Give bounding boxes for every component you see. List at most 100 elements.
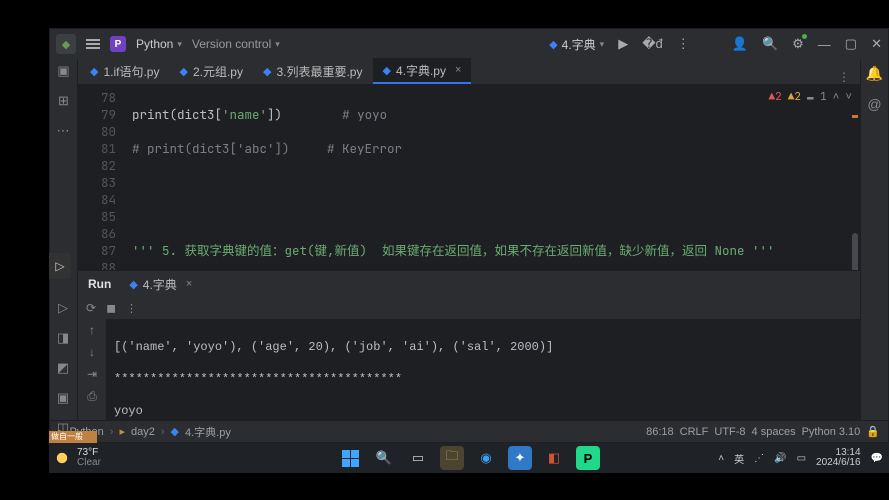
search-everywhere-icon[interactable]: 🔍 bbox=[762, 36, 778, 52]
editor-tab[interactable]: ◆2.元组.py bbox=[170, 58, 254, 84]
debug-button[interactable]: �đ bbox=[642, 36, 663, 52]
run-side-toolbar: ↑ ↓ ⇥ ⎙ bbox=[78, 319, 106, 420]
editor-tab[interactable]: ◆ 3.列表最重要.py bbox=[253, 58, 373, 84]
python-icon: ◆ bbox=[90, 65, 98, 78]
tabs-more-icon[interactable]: ⋮ bbox=[828, 70, 860, 84]
right-toolwindow-stripe: 🔔 @ bbox=[860, 59, 888, 420]
version-control-label: Version control bbox=[192, 37, 271, 51]
file-encoding[interactable]: UTF-8 bbox=[714, 426, 745, 438]
pycharm[interactable]: P bbox=[576, 446, 600, 470]
scroll-down-icon[interactable]: ↓ bbox=[89, 345, 95, 359]
run-toolwindow: Run ◆4.字典× ⟳ ◼ ⋮ ↑ ↓ ⇥ ⎙ [('name', 'yoyo… bbox=[78, 270, 860, 420]
python-console-icon[interactable]: ◨ bbox=[57, 330, 69, 346]
status-bar: ▸ Python› ▸ day2› ◆ 4.字典.py 86:18 CRLF U… bbox=[50, 420, 888, 442]
run-tool-icon[interactable]: ▷ bbox=[58, 300, 68, 316]
run-tab-label: 4.字典 bbox=[143, 276, 177, 293]
scrollbar-thumb[interactable] bbox=[852, 233, 858, 270]
interpreter[interactable]: Python 3.10 bbox=[802, 426, 861, 438]
gutter: 787980818283848586878889 bbox=[78, 85, 126, 270]
ide-window: ◆ P Python▾ Version control▾ ◆4.字典▾ ▶ �đ… bbox=[49, 28, 889, 443]
tab-label: 3.列表最重要.py bbox=[276, 63, 362, 80]
battery-icon[interactable]: ▭ bbox=[797, 453, 806, 464]
editor-tab-active[interactable]: ◆ 4.字典.py × bbox=[373, 58, 472, 84]
line-separator[interactable]: CRLF bbox=[680, 426, 709, 438]
app-blue[interactable]: ✦ bbox=[508, 446, 532, 470]
close-tab-icon[interactable]: × bbox=[182, 278, 192, 290]
video-play-overlay[interactable]: ▷ bbox=[49, 253, 71, 279]
project-selector[interactable]: Python▾ bbox=[136, 37, 182, 51]
error-count: ▲2 bbox=[769, 89, 782, 106]
caret-position[interactable]: 86:18 bbox=[646, 426, 674, 438]
settings-icon[interactable]: ⚙ bbox=[792, 36, 804, 52]
hint-count: ▬ 1 bbox=[807, 89, 827, 106]
scroll-up-icon[interactable]: ↑ bbox=[89, 323, 95, 337]
soft-wrap-icon[interactable]: ⇥ bbox=[87, 367, 97, 381]
close-button[interactable]: ✕ bbox=[871, 36, 882, 52]
output-line: yoyo bbox=[114, 403, 852, 419]
notifications-icon[interactable]: 🔔 bbox=[866, 65, 883, 82]
inspection-nav-up[interactable]: ˄ bbox=[833, 89, 840, 106]
stop-button[interactable]: ◼ bbox=[106, 301, 116, 315]
windows-taskbar: 73°FClear 🔍 ▭ 🗀 ◉ ✦ ◧ P ˄ 英 ⋰ 🔊 ▭ 13:142… bbox=[49, 443, 889, 473]
indent-config[interactable]: 4 spaces bbox=[752, 426, 796, 438]
taskbar-search[interactable]: 🔍 bbox=[372, 446, 396, 470]
condition: Clear bbox=[77, 458, 101, 468]
close-tab-icon[interactable]: × bbox=[451, 64, 461, 76]
read-lock-icon[interactable]: 🔒 bbox=[866, 425, 880, 438]
console-output[interactable]: [('name', 'yoyo'), ('age', 20), ('job', … bbox=[106, 319, 860, 420]
desktop-widget: 做自一般的... bbox=[49, 431, 97, 443]
volume-icon[interactable]: 🔊 bbox=[774, 453, 786, 464]
run-button[interactable]: ▶ bbox=[618, 36, 628, 52]
minimize-button[interactable]: — bbox=[818, 37, 831, 52]
breadcrumb[interactable]: day2 bbox=[131, 426, 155, 438]
ai-assistant-icon[interactable]: @ bbox=[867, 96, 881, 112]
code-with-me-icon[interactable]: 👤 bbox=[732, 36, 748, 52]
tray-chevron-icon[interactable]: ˄ bbox=[718, 453, 724, 464]
inspection-nav-down[interactable]: ˅ bbox=[845, 89, 852, 106]
more-actions-button[interactable]: ⋮ bbox=[677, 36, 690, 52]
main-menu-button[interactable] bbox=[86, 39, 100, 49]
run-more-button[interactable]: ⋮ bbox=[126, 302, 137, 315]
error-stripe-mark[interactable] bbox=[852, 115, 858, 118]
file-explorer[interactable]: 🗀 bbox=[440, 446, 464, 470]
editor-tab[interactable]: ◆1.if语句.py bbox=[80, 58, 170, 84]
code-editor[interactable]: 787980818283848586878889 print(dict3['na… bbox=[78, 85, 860, 270]
more-tools-icon[interactable]: ⋯ bbox=[57, 123, 71, 139]
powerpoint[interactable]: ◧ bbox=[542, 446, 566, 470]
maximize-button[interactable]: ▢ bbox=[845, 36, 857, 52]
services-icon[interactable]: ◩ bbox=[57, 360, 69, 376]
project-tool-icon[interactable]: ▣ bbox=[57, 63, 69, 79]
ime-indicator[interactable]: 英 bbox=[734, 451, 744, 466]
breadcrumb[interactable]: 4.字典.py bbox=[185, 424, 231, 440]
print-icon[interactable]: ⎙ bbox=[87, 389, 97, 404]
tab-label: 4.字典.py bbox=[396, 62, 446, 79]
task-view[interactable]: ▭ bbox=[406, 446, 430, 470]
terminal-icon[interactable]: ▣ bbox=[57, 390, 69, 406]
titlebar-left: ◆ P Python▾ Version control▾ bbox=[56, 34, 280, 54]
start-button[interactable] bbox=[338, 446, 362, 470]
inspections-widget[interactable]: ▲2 ▲2 ▬ 1 ˄ ˅ bbox=[769, 89, 852, 106]
sun-icon bbox=[53, 449, 71, 467]
chevron-down-icon: ▾ bbox=[275, 39, 280, 50]
code-content[interactable]: print(dict3['name']) # yoyo # print(dict… bbox=[126, 85, 860, 270]
wifi-icon[interactable]: ⋰ bbox=[754, 453, 764, 464]
editor-area: ◆1.if语句.py ◆2.元组.py ◆ 3.列表最重要.py ◆ 4.字典.py… bbox=[78, 59, 860, 420]
edge-browser[interactable]: ◉ bbox=[474, 446, 498, 470]
structure-tool-icon[interactable]: ⊞ bbox=[58, 93, 69, 109]
run-config-tab[interactable]: ◆4.字典× bbox=[121, 271, 200, 297]
python-icon: ◆ bbox=[263, 65, 271, 78]
taskbar-center: 🔍 ▭ 🗀 ◉ ✦ ◧ P bbox=[338, 446, 600, 470]
rerun-button[interactable]: ⟳ bbox=[86, 301, 96, 315]
python-icon: ◆ bbox=[383, 64, 391, 77]
version-control-menu[interactable]: Version control ▾ bbox=[192, 37, 280, 51]
weather-widget[interactable]: 73°FClear bbox=[49, 448, 101, 468]
chevron-down-icon: ▾ bbox=[600, 39, 605, 50]
run-config-selector[interactable]: ◆4.字典▾ bbox=[549, 36, 604, 53]
play-icon: ▷ bbox=[55, 259, 64, 273]
clock[interactable]: 13:142024/6/16 bbox=[816, 448, 861, 468]
run-tabs: Run ◆4.字典× bbox=[78, 271, 860, 297]
project-name-label: Python bbox=[136, 37, 173, 51]
python-icon: ◆ bbox=[549, 38, 557, 51]
notification-center-icon[interactable]: 💬 bbox=[871, 453, 883, 464]
python-icon: ◆ bbox=[171, 425, 179, 438]
